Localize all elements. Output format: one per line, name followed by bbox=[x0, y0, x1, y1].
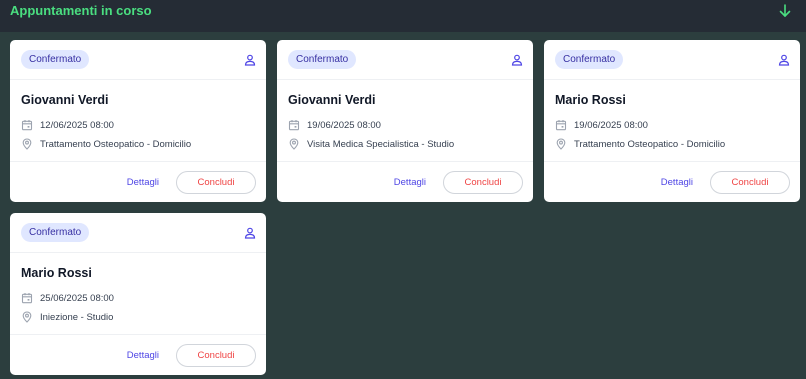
date-text: 12/06/2025 08:00 bbox=[40, 119, 114, 131]
details-button[interactable]: Dettagli bbox=[661, 172, 693, 193]
section-header: Appuntamenti in corso bbox=[0, 0, 806, 32]
status-badge: Confermato bbox=[555, 50, 624, 69]
conclude-button[interactable]: Concludi bbox=[176, 171, 256, 194]
card-footer: Dettagli Concludi bbox=[277, 161, 533, 202]
card-header: Confermato bbox=[10, 213, 266, 253]
conclude-button[interactable]: Concludi bbox=[710, 171, 790, 194]
patient-name: Giovanni Verdi bbox=[21, 93, 109, 107]
card-footer: Dettagli Concludi bbox=[10, 161, 266, 202]
card-header: Confermato bbox=[10, 40, 266, 80]
appointment-card: Confermato Mario Rossi 19/06/2025 08:00 … bbox=[544, 40, 800, 202]
details-button[interactable]: Dettagli bbox=[127, 345, 159, 366]
patient-name: Mario Rossi bbox=[555, 93, 626, 107]
place-text: Trattamento Osteopatico - Domicilio bbox=[40, 138, 192, 150]
card-header: Confermato bbox=[544, 40, 800, 80]
appointment-date: 19/06/2025 08:00 bbox=[555, 118, 648, 132]
appointment-place: Trattamento Osteopatico - Domicilio bbox=[555, 137, 725, 151]
appointment-card: Confermato Mario Rossi 25/06/2025 08:00 … bbox=[10, 213, 266, 375]
section-title: Appuntamenti in corso bbox=[10, 3, 152, 18]
appointment-date: 12/06/2025 08:00 bbox=[21, 118, 114, 132]
calendar-icon bbox=[288, 120, 300, 131]
card-footer: Dettagli Concludi bbox=[544, 161, 800, 202]
appointment-place: Iniezione - Studio bbox=[21, 310, 113, 324]
patient-name: Mario Rossi bbox=[21, 266, 92, 280]
status-badge: Confermato bbox=[288, 50, 357, 69]
arrow-down-icon[interactable] bbox=[778, 3, 792, 19]
location-pin-icon bbox=[22, 311, 32, 323]
appointment-date: 19/06/2025 08:00 bbox=[288, 118, 381, 132]
card-footer: Dettagli Concludi bbox=[10, 334, 266, 375]
location-pin-icon bbox=[22, 138, 32, 150]
person-icon[interactable] bbox=[244, 226, 256, 239]
person-icon[interactable] bbox=[511, 53, 523, 66]
patient-name: Giovanni Verdi bbox=[288, 93, 376, 107]
place-text: Trattamento Osteopatico - Domicilio bbox=[574, 138, 726, 150]
details-button[interactable]: Dettagli bbox=[394, 172, 426, 193]
card-header: Confermato bbox=[277, 40, 533, 80]
location-pin-icon bbox=[289, 138, 299, 150]
place-text: Iniezione - Studio bbox=[40, 311, 114, 323]
calendar-icon bbox=[21, 120, 33, 131]
calendar-icon bbox=[555, 120, 567, 131]
conclude-button[interactable]: Concludi bbox=[176, 344, 256, 367]
details-button[interactable]: Dettagli bbox=[127, 172, 159, 193]
calendar-icon bbox=[21, 293, 33, 304]
date-text: 25/06/2025 08:00 bbox=[40, 292, 114, 304]
person-icon[interactable] bbox=[244, 53, 256, 66]
appointment-place: Trattamento Osteopatico - Domicilio bbox=[21, 137, 191, 151]
location-pin-icon bbox=[556, 138, 566, 150]
appointment-card: Confermato Giovanni Verdi 12/06/2025 08:… bbox=[10, 40, 266, 202]
person-icon[interactable] bbox=[778, 53, 790, 66]
appointment-place: Visita Medica Specialistica - Studio bbox=[288, 137, 454, 151]
appointment-card: Confermato Giovanni Verdi 19/06/2025 08:… bbox=[277, 40, 533, 202]
date-text: 19/06/2025 08:00 bbox=[307, 119, 381, 131]
conclude-button[interactable]: Concludi bbox=[443, 171, 523, 194]
date-text: 19/06/2025 08:00 bbox=[574, 119, 648, 131]
status-badge: Confermato bbox=[21, 223, 90, 242]
appointment-date: 25/06/2025 08:00 bbox=[21, 291, 114, 305]
place-text: Visita Medica Specialistica - Studio bbox=[307, 138, 455, 150]
status-badge: Confermato bbox=[21, 50, 90, 69]
